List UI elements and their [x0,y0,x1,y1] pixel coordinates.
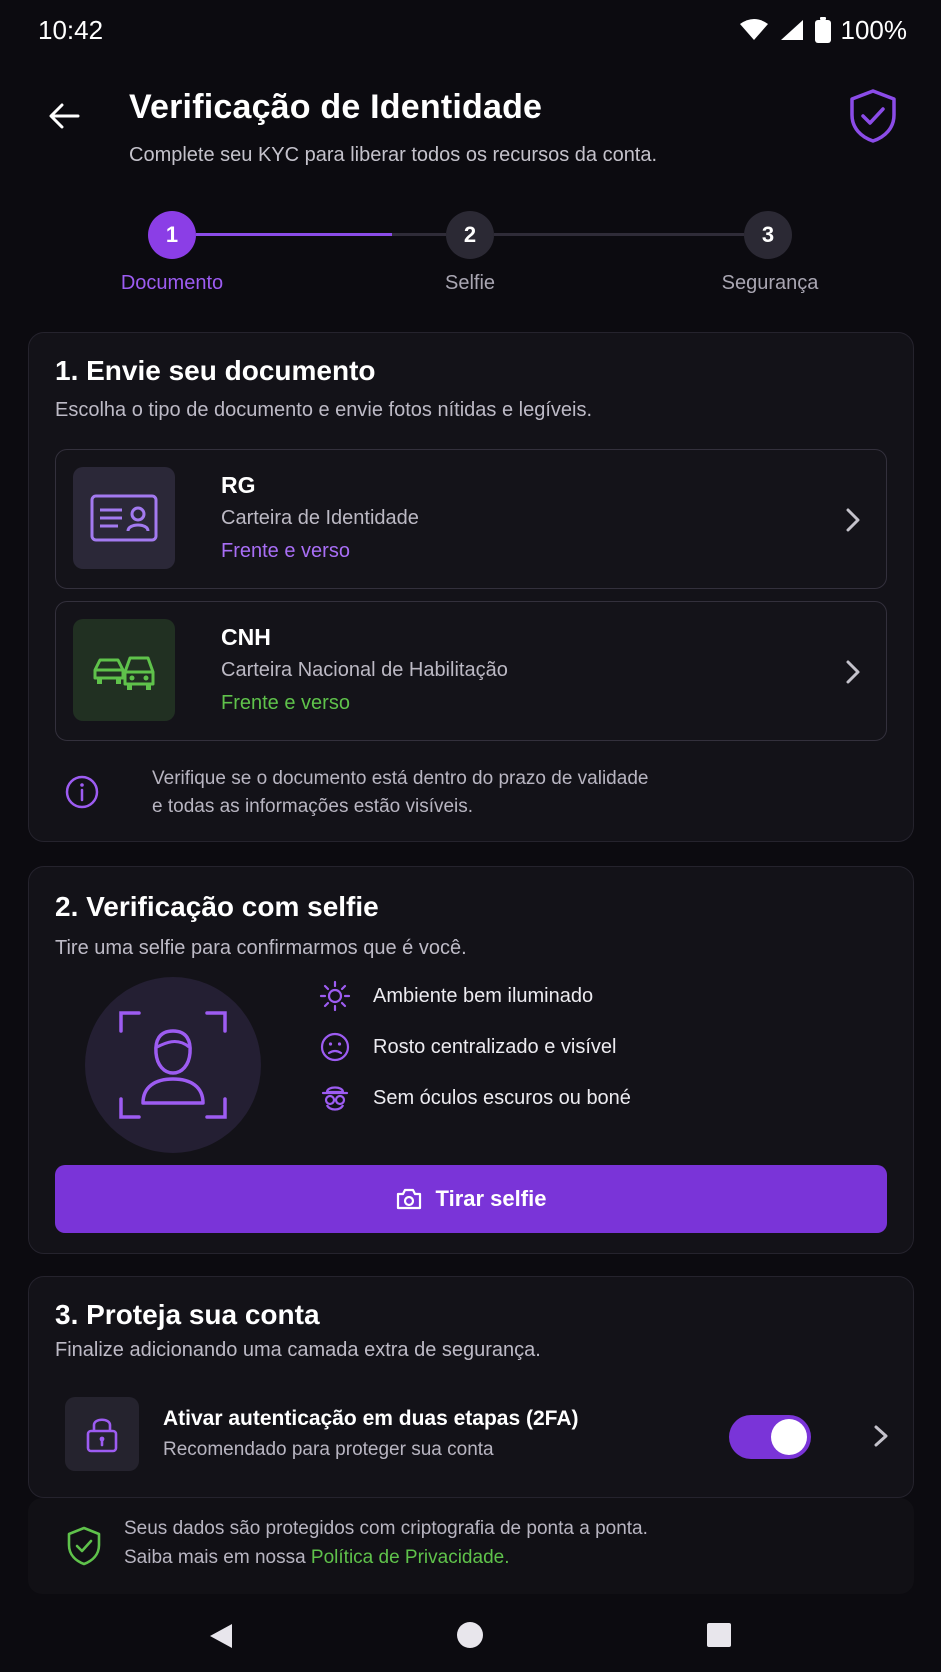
document-info-text: Verifique se o documento está dentro do … [152,765,772,821]
nav-home-icon[interactable] [457,1622,483,1648]
status-bar: 10:42 100% [0,0,941,60]
selfie-section-title: 2. Verificação com selfie [55,891,379,922]
cars-icon [93,656,155,690]
step-2-label: Selfie [444,272,496,294]
document-info-row: Verifique se o documento está dentro do … [65,765,865,825]
cnh-name: CNH [221,624,271,650]
cnh-thumbnail [73,619,175,721]
tip-face-text: Rosto centralizado e visível [373,1035,617,1058]
security-card: 3. Proteja sua conta Finalize adicionand… [28,1276,914,1498]
document-option-rg[interactable]: RG Carteira de Identidade Frente e verso [55,449,887,589]
document-info-line-1: Verifique se o documento está dentro do … [152,768,649,789]
selfie-card: 2. Verificação com selfie Tire uma selfi… [28,866,914,1254]
tip-accessories: Sem óculos escuros ou boné [319,1081,631,1115]
status-icons: 100% [739,14,908,46]
step-line-1-active [196,233,392,236]
camera-icon [396,1188,421,1210]
selfie-illustration [85,977,261,1153]
twofa-title: Ativar autenticação em duas etapas (2FA) [163,1407,579,1430]
tip-lighting: Ambiente bem iluminado [319,979,593,1013]
privacy-text: Seus dados são protegidos com criptograf… [124,1514,648,1572]
battery-percent: 100% [840,14,908,45]
toggle-knob [771,1419,807,1455]
shield-check-icon[interactable] [848,88,898,144]
system-nav-bar [0,1600,941,1672]
rg-thumbnail [73,467,175,569]
cnh-full-name: Carteira Nacional de Habilitação [221,659,508,681]
twofa-desc: Recomendado para proteger sua conta [163,1439,494,1460]
privacy-policy-link[interactable]: Política de Privacidade. [311,1547,510,1568]
step-1-circle[interactable]: 1 [148,211,196,259]
tip-accessories-text: Sem óculos escuros ou boné [373,1086,631,1109]
sun-icon [319,980,351,1012]
rg-full-name: Carteira de Identidade [221,507,419,529]
step-line-1-rest [392,233,446,236]
page-title: Verificação de Identidade [129,88,543,126]
step-1-label: Documento [120,272,224,294]
take-selfie-label: Tirar selfie [435,1186,547,1211]
id-card-icon [90,494,158,542]
privacy-footer: Seus dados são protegidos com criptograf… [28,1498,914,1594]
tip-lighting-text: Ambiente bem iluminado [373,984,594,1007]
glasses-cap-icon [321,1086,349,1111]
chevron-right-icon [846,508,860,532]
chevron-right-icon [846,660,860,684]
status-time: 10:42 [38,14,104,45]
step-line-2 [494,233,744,236]
document-info-line-2: e todas as informações estão visíveis. [152,796,474,817]
privacy-line-2: Saiba mais em nossa Política de Privacid… [124,1543,648,1572]
lock-box [65,1397,139,1471]
document-card: 1. Envie seu documento Escolha o tipo de… [28,332,914,842]
wifi-icon [739,19,768,40]
progress-stepper: 1 2 3 Documento Selfie Segurança [0,208,941,298]
twofa-row[interactable]: Ativar autenticação em duas etapas (2FA)… [65,1397,888,1473]
face-icon [320,1032,350,1062]
security-section-desc: Finalize adicionando uma camada extra de… [55,1339,541,1361]
nav-recents-icon[interactable] [707,1623,731,1647]
document-section-title: 1. Envie seu documento [55,355,376,386]
cnh-note: Frente e verso [221,692,350,714]
face-scan-icon [119,1011,227,1119]
chevron-right-icon[interactable] [871,1421,891,1451]
step-2-circle[interactable]: 2 [446,211,494,259]
back-arrow-icon[interactable] [44,96,84,136]
twofa-toggle[interactable] [729,1415,811,1459]
privacy-line-1: Seus dados são protegidos com criptograf… [124,1518,648,1539]
rg-name: RG [221,472,256,498]
step-3-label: Segurança [721,272,819,294]
rg-note: Frente e verso [221,540,350,562]
take-selfie-button[interactable]: Tirar selfie [55,1165,887,1233]
signal-icon [780,20,803,40]
shield-check-icon [67,1526,101,1566]
info-icon [65,775,99,809]
selfie-section-desc: Tire uma selfie para confirmarmos que é … [55,937,467,959]
privacy-line-2-prefix: Saiba mais em nossa [124,1547,311,1568]
lock-icon [86,1418,118,1453]
step-3-circle[interactable]: 3 [744,211,792,259]
header: Verificação de Identidade Complete seu K… [0,80,941,180]
document-section-desc: Escolha o tipo de documento e envie foto… [55,399,593,421]
tip-face: Rosto centralizado e visível [319,1030,616,1064]
page-subtitle: Complete seu KYC para liberar todos os r… [129,144,658,166]
battery-icon [814,17,831,43]
security-section-title: 3. Proteja sua conta [55,1299,320,1330]
document-option-cnh[interactable]: CNH Carteira Nacional de Habilitação Fre… [55,601,887,741]
nav-back-icon[interactable] [206,1622,236,1650]
